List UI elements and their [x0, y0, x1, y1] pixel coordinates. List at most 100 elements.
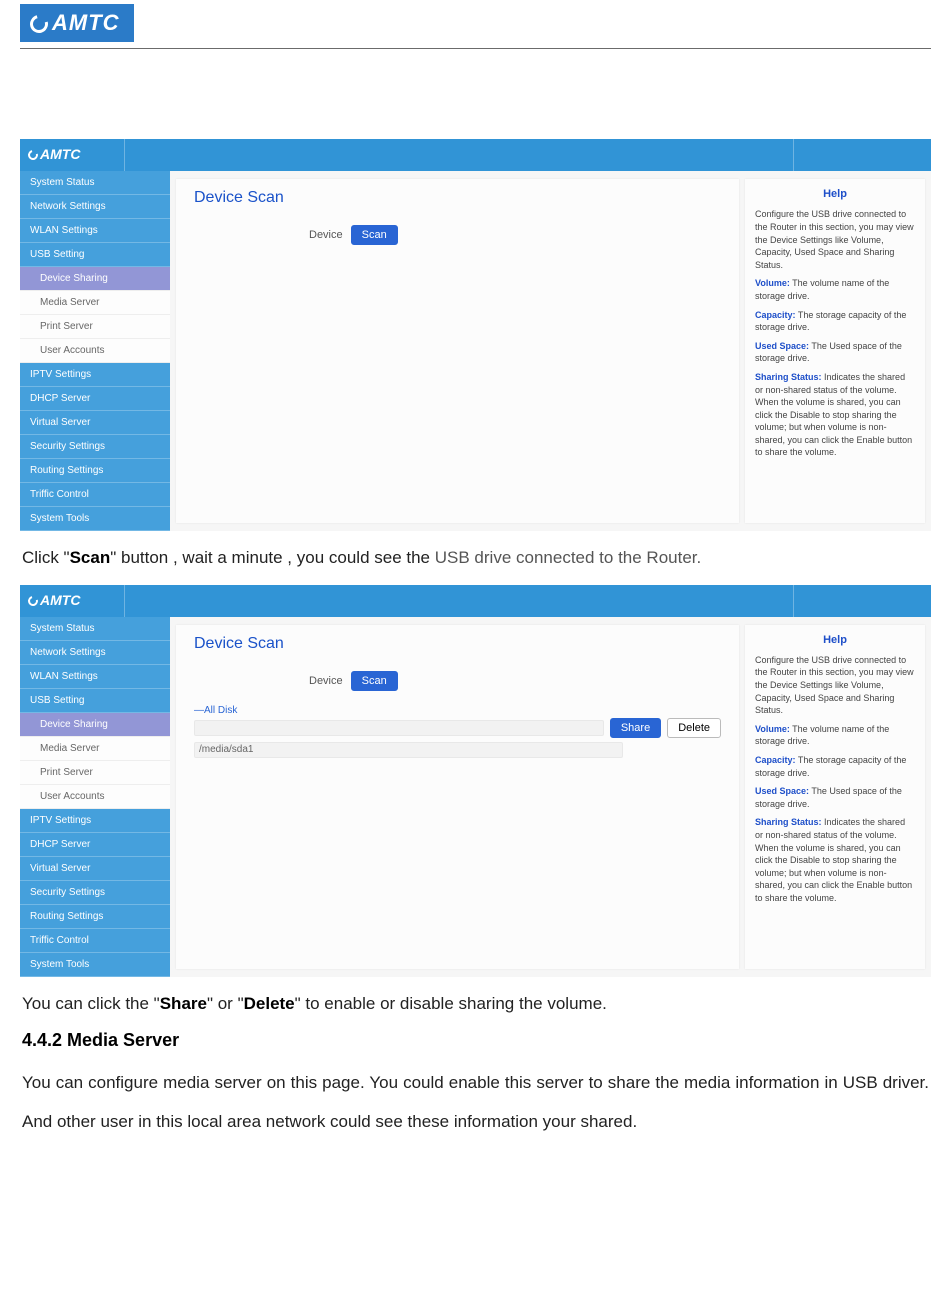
sidebar-item-media-server[interactable]: Media Server — [20, 291, 170, 315]
sidebar-item-security-settings[interactable]: Security Settings — [20, 435, 170, 459]
topbar-fill — [124, 585, 793, 617]
sidebar-item-dhcp-server[interactable]: DHCP Server — [20, 833, 170, 857]
paragraph-3: You can configure media server on this p… — [22, 1063, 929, 1141]
sidebar-item-system-tools[interactable]: System Tools — [20, 953, 170, 977]
sidebar-item-device-sharing[interactable]: Device Sharing — [20, 713, 170, 737]
disk-header-row: Share Delete — [194, 718, 721, 738]
device-label: Device — [309, 675, 343, 687]
sidebar-item-usb-setting[interactable]: USB Setting — [20, 243, 170, 267]
paragraph-2: You can click the "Share" or "Delete" to… — [22, 991, 929, 1017]
help-term: Used Space: The Used space of the storag… — [755, 340, 915, 365]
sidebar-item-print-server[interactable]: Print Server — [20, 315, 170, 339]
help-term: Sharing Status: Indicates the shared or … — [755, 816, 915, 904]
sidebar-item-routing-settings[interactable]: Routing Settings — [20, 459, 170, 483]
help-term-name: Volume: — [755, 724, 790, 734]
help-panel: Help Configure the USB drive connected to… — [745, 625, 925, 969]
help-term: Volume: The volume name of the storage d… — [755, 723, 915, 748]
spacer — [0, 49, 951, 139]
help-term-name: Capacity: — [755, 310, 796, 320]
sidebar-item-media-server[interactable]: Media Server — [20, 737, 170, 761]
sidebar-item-user-accounts[interactable]: User Accounts — [20, 785, 170, 809]
screenshot-2: AMTC System StatusNetwork SettingsWLAN S… — [20, 585, 931, 977]
swirl-icon — [27, 12, 52, 37]
p1-post: " button , wait a minute , you could see… — [110, 548, 435, 567]
panel-title: Device Scan — [194, 635, 721, 653]
brand-logo: AMTC — [20, 4, 134, 42]
swirl-icon — [26, 148, 40, 162]
shot-logo: AMTC — [20, 139, 124, 171]
help-term-name: Volume: — [755, 278, 790, 288]
help-intro: Configure the USB drive connected to the… — [755, 208, 915, 271]
sidebar-item-print-server[interactable]: Print Server — [20, 761, 170, 785]
sidebar-item-iptv-settings[interactable]: IPTV Settings — [20, 809, 170, 833]
help-intro: Configure the USB drive connected to the… — [755, 654, 915, 717]
disk-bar-empty — [194, 720, 604, 736]
help-title: Help — [755, 633, 915, 648]
disk-block: —All Disk Share Delete /media/sda1 — [194, 703, 721, 758]
disk-path-row: /media/sda1 — [194, 742, 721, 758]
help-term: Capacity: The storage capacity of the st… — [755, 754, 915, 779]
help-panel: Help Configure the USB drive connected to… — [745, 179, 925, 523]
share-button[interactable]: Share — [610, 718, 661, 738]
sidebar-item-wlan-settings[interactable]: WLAN Settings — [20, 665, 170, 689]
topbar-right — [793, 139, 931, 171]
doc-header: AMTC — [0, 0, 951, 42]
p1-gray: USB drive connected to the Router. — [435, 548, 702, 567]
sidebar-item-triffic-control[interactable]: Triffic Control — [20, 929, 170, 953]
sidebar-item-network-settings[interactable]: Network Settings — [20, 195, 170, 219]
help-term: Sharing Status: Indicates the shared or … — [755, 371, 915, 459]
sidebar-item-virtual-server[interactable]: Virtual Server — [20, 411, 170, 435]
help-term: Capacity: The storage capacity of the st… — [755, 309, 915, 334]
device-row: Device Scan — [309, 225, 721, 245]
help-term-name: Sharing Status: — [755, 372, 822, 382]
help-term-name: Used Space: — [755, 786, 809, 796]
sidebar-item-system-status[interactable]: System Status — [20, 617, 170, 641]
sidebar: System StatusNetwork SettingsWLAN Settin… — [20, 171, 170, 531]
delete-button[interactable]: Delete — [667, 718, 721, 738]
screenshot-1: AMTC System StatusNetwork SettingsWLAN S… — [20, 139, 931, 531]
scan-button[interactable]: Scan — [351, 225, 398, 245]
help-title: Help — [755, 187, 915, 202]
p2-b: " or " — [207, 994, 244, 1013]
sidebar-item-system-status[interactable]: System Status — [20, 171, 170, 195]
paragraph-1: Click "Scan" button , wait a minute , yo… — [22, 545, 929, 571]
sidebar: System StatusNetwork SettingsWLAN Settin… — [20, 617, 170, 977]
help-term: Used Space: The Used space of the storag… — [755, 785, 915, 810]
brand-text: AMTC — [52, 10, 120, 35]
device-row: Device Scan — [309, 671, 721, 691]
sidebar-item-virtual-server[interactable]: Virtual Server — [20, 857, 170, 881]
p2-bold1: Share — [160, 994, 207, 1013]
help-term: Volume: The volume name of the storage d… — [755, 277, 915, 302]
sidebar-item-wlan-settings[interactable]: WLAN Settings — [20, 219, 170, 243]
sidebar-item-routing-settings[interactable]: Routing Settings — [20, 905, 170, 929]
screenshot-body: System StatusNetwork SettingsWLAN Settin… — [20, 617, 931, 977]
sidebar-item-triffic-control[interactable]: Triffic Control — [20, 483, 170, 507]
shot-logo-text: AMTC — [40, 146, 80, 162]
disk-path: /media/sda1 — [194, 742, 623, 758]
sidebar-item-system-tools[interactable]: System Tools — [20, 507, 170, 531]
screenshot-body: System StatusNetwork SettingsWLAN Settin… — [20, 171, 931, 531]
sidebar-item-usb-setting[interactable]: USB Setting — [20, 689, 170, 713]
scan-button[interactable]: Scan — [351, 671, 398, 691]
screenshot-topbar: AMTC — [20, 585, 931, 617]
sidebar-item-iptv-settings[interactable]: IPTV Settings — [20, 363, 170, 387]
topbar-right — [793, 585, 931, 617]
main-panel: Device Scan Device Scan — [176, 179, 739, 523]
help-term-name: Sharing Status: — [755, 817, 822, 827]
p1-bold: Scan — [70, 548, 111, 567]
sidebar-item-user-accounts[interactable]: User Accounts — [20, 339, 170, 363]
p1-pre: Click " — [22, 548, 70, 567]
all-disk-text: All Disk — [204, 705, 237, 716]
main-panel: Device Scan Device Scan —All Disk Share … — [176, 625, 739, 969]
sidebar-item-security-settings[interactable]: Security Settings — [20, 881, 170, 905]
panel-title: Device Scan — [194, 189, 721, 207]
screenshot-topbar: AMTC — [20, 139, 931, 171]
p2-a: You can click the " — [22, 994, 160, 1013]
section-4-4-2: 4.4.2 Media Server — [22, 1030, 929, 1051]
shot-logo-text: AMTC — [40, 592, 80, 608]
topbar-fill — [124, 139, 793, 171]
sidebar-item-device-sharing[interactable]: Device Sharing — [20, 267, 170, 291]
sidebar-item-network-settings[interactable]: Network Settings — [20, 641, 170, 665]
help-term-name: Used Space: — [755, 341, 809, 351]
sidebar-item-dhcp-server[interactable]: DHCP Server — [20, 387, 170, 411]
